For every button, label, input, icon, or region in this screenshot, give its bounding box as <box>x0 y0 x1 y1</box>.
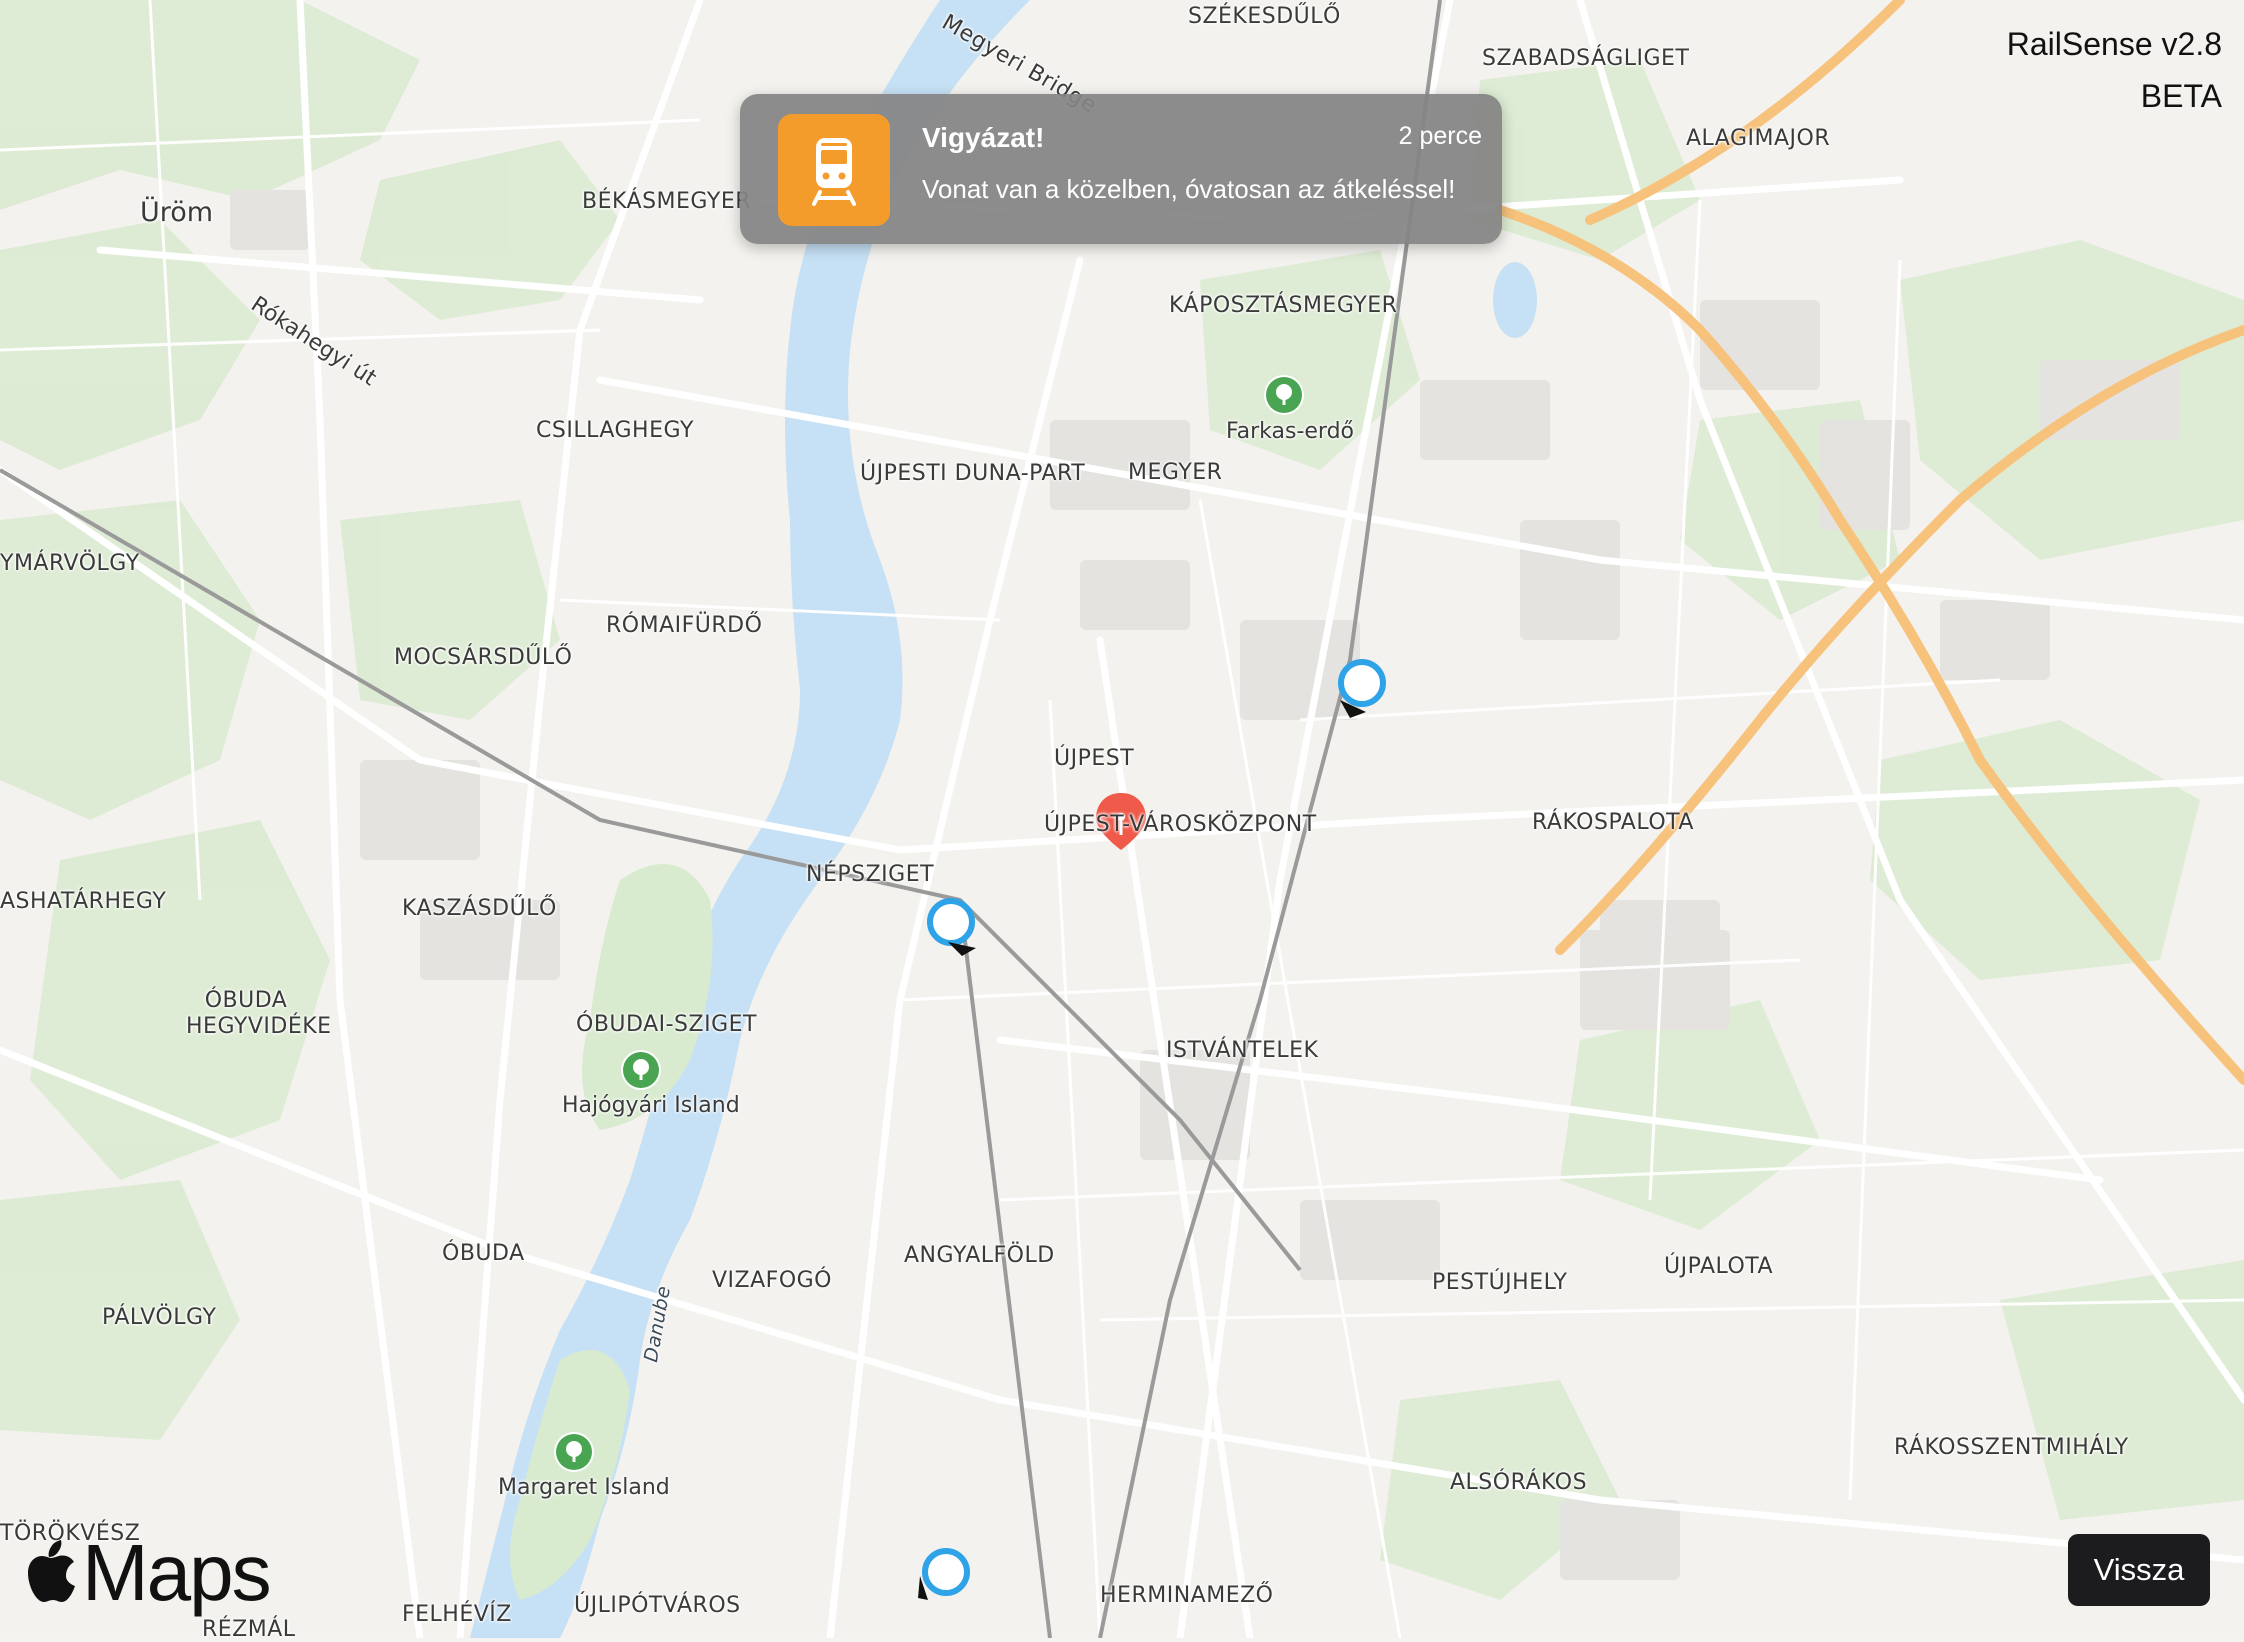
map-label: Farkas-erdő <box>1226 419 1355 444</box>
map-label: ANGYALFÖLD <box>904 1243 1055 1268</box>
map-label: RÁKOSSZENTMIHÁLY <box>1894 1435 2129 1460</box>
map-label: KÁPOSZTÁSMEGYER <box>1169 293 1398 318</box>
map-label: ISTVÁNTELEK <box>1166 1038 1319 1063</box>
map-label: RÓMAIFÜRDŐ <box>606 613 763 638</box>
apple-logo-icon <box>28 1540 75 1602</box>
map-label: CSILLAGHEGY <box>536 418 694 443</box>
map-label: KASZÁSDŰLŐ <box>402 896 557 921</box>
park-icon <box>623 1052 659 1088</box>
map-label: PÁLVÖLGY <box>102 1305 217 1330</box>
map-label: Hajógyári Island <box>562 1093 740 1118</box>
map-label: ÓBUDAI-SZIGET <box>576 1012 757 1037</box>
map-label: ÚJLIPÓTVÁROS <box>574 1593 741 1618</box>
map-label: VIZAFOGÓ <box>712 1268 832 1293</box>
map-label: MOCSÁRSDŰLŐ <box>394 645 573 670</box>
map-label: ÓBUDA <box>442 1241 525 1266</box>
park-icon <box>556 1434 592 1470</box>
map-label: FELHÉVÍZ <box>402 1602 512 1627</box>
map-label: HERMINAMEZŐ <box>1100 1583 1274 1608</box>
map-label: ÚJPEST-VÁROSKÖZPONT <box>1044 812 1317 837</box>
back-button[interactable]: Vissza <box>2068 1534 2210 1606</box>
map-label: MEGYER <box>1128 460 1223 485</box>
map-label: Üröm <box>140 197 214 228</box>
map-label: SZABADSÁGLIGET <box>1482 46 1690 71</box>
maps-wordmark: Maps <box>82 1528 272 1617</box>
map-label: NÉPSZIGET <box>806 862 935 887</box>
app-title: RailSense v2.8 <box>2006 26 2222 62</box>
map-label: PESTÚJHELY <box>1432 1270 1568 1295</box>
notification-message: Vonat van a közelben, óvatosan az átkelé… <box>922 174 1456 204</box>
map-label: BÉKÁSMEGYER <box>582 189 752 214</box>
notification-title: Vigyázat! <box>922 122 1045 153</box>
map-label: ALSÓRÁKOS <box>1450 1470 1588 1495</box>
map-label: ASHATÁRHEGY <box>0 889 167 914</box>
map-label: Margaret Island <box>498 1475 670 1500</box>
map-label: SZÉKESDŰLŐ <box>1188 4 1341 29</box>
map-label: ÚJPEST <box>1054 746 1135 771</box>
map-label: RÁKOSPALOTA <box>1532 810 1694 835</box>
train-icon <box>778 114 890 226</box>
map-label: RÉZMÁL <box>202 1617 296 1642</box>
app-title-block: RailSense v2.8 BETA <box>2007 18 2222 122</box>
map-label: YMÁRVÖLGY <box>0 551 140 576</box>
map-label: ÚJPESTI DUNA-PART <box>860 461 1086 486</box>
notification-time: 2 perce <box>1398 122 1482 150</box>
beta-badge: BETA <box>2140 78 2222 114</box>
map-label: ÓBUDA HEGYVIDÉKE <box>186 988 332 1039</box>
map-label: ÚJPALOTA <box>1664 1254 1774 1279</box>
park-icon <box>1266 377 1302 413</box>
train-alert-notification[interactable]: Vigyázat! 2 perce Vonat van a közelben, … <box>740 94 1502 244</box>
map-label: ALAGIMAJOR <box>1686 126 1831 151</box>
